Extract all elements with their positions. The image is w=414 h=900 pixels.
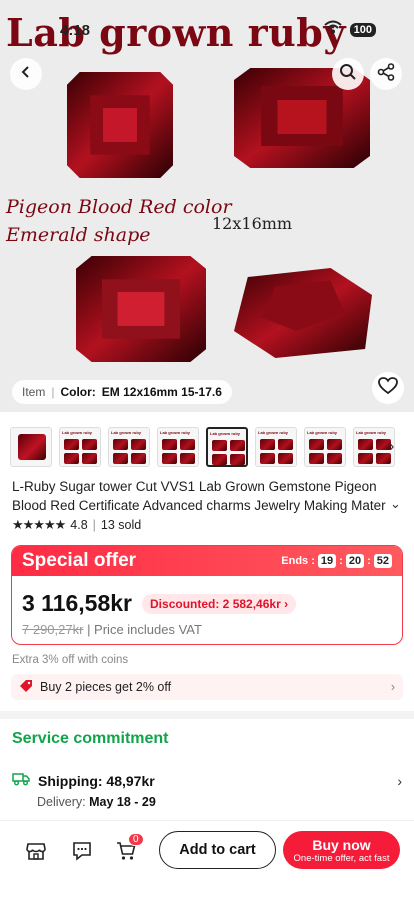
image-caption-size: 12x16mm (212, 214, 293, 233)
share-icon (377, 62, 395, 86)
store-icon (25, 840, 47, 867)
expand-title-chevron-icon[interactable]: ⌄ (390, 496, 401, 512)
thumbnail-strip: Lab grown ruby Lab grown ruby Lab grown … (10, 427, 395, 467)
thumbnail[interactable]: Lab grown ruby (108, 427, 150, 467)
truck-icon (12, 772, 30, 789)
product-image-gallery[interactable]: Lab grown ruby 4:18 100 Pigeon Blood Red… (0, 0, 414, 412)
buy-now-sublabel: One-time offer, act fast (293, 852, 390, 864)
product-title-line2: Blood Red Certificate Advanced charms Je… (12, 498, 386, 513)
thumbnail[interactable]: Lab grown ruby (157, 427, 199, 467)
product-title-line1: L-Ruby Sugar tower Cut VVS1 Lab Grown Ge… (12, 479, 377, 494)
image-title-text: Lab grown ruby (6, 10, 346, 55)
vat-note: | Price includes VAT (87, 622, 202, 637)
service-commitment-title: Service commitment (12, 730, 169, 747)
original-price-row: 7 290,27kr | Price includes VAT (22, 622, 202, 637)
heart-icon (378, 376, 398, 400)
cart-count-badge: 0 (128, 833, 144, 846)
ruby-gem-image (76, 256, 206, 362)
ruby-gem-image (234, 268, 372, 358)
special-offer-title: Special offer (22, 550, 137, 571)
special-offer-header: Special offer Ends : 19: 20: 52 (12, 546, 402, 576)
sold-count: 13 sold (100, 518, 142, 532)
delivery-label: Delivery: (37, 795, 86, 809)
ruby-gem-image (66, 72, 174, 178)
tag-icon (19, 679, 33, 696)
bulk-promo-banner[interactable]: Buy 2 pieces get 2% off › (11, 674, 403, 700)
offer-countdown: Ends : 19: 20: 52 (281, 554, 392, 568)
countdown-hours: 19 (317, 554, 337, 568)
rating-row[interactable]: ★★★★★ 4.8 | 13 sold (12, 517, 141, 533)
shipping-cost: Shipping: 48,97kr (38, 772, 155, 789)
delivery-estimate: Delivery: May 18 - 29 (37, 795, 156, 809)
variant-color-value: EM 12x16mm 15-17.6 (101, 385, 222, 399)
rating-stars: ★★★★★ (12, 517, 66, 532)
rating-separator: | (92, 518, 96, 532)
back-button[interactable] (10, 58, 42, 90)
battery-indicator: 100 (349, 22, 376, 37)
buy-now-label: Buy now (312, 836, 371, 853)
thumbnail[interactable]: Lab grown ruby (304, 427, 346, 467)
countdown-minutes: 20 (345, 554, 365, 568)
variant-item-label: Item (22, 385, 46, 399)
price-row: 3 116,58kr Discounted: 2 582,46kr › (22, 590, 297, 617)
share-button[interactable] (370, 58, 402, 90)
search-icon (339, 63, 357, 86)
delivery-dates: May 18 - 29 (89, 795, 156, 809)
message-button[interactable] (68, 839, 96, 867)
rating-value: 4.8 (70, 518, 88, 532)
discount-badge[interactable]: Discounted: 2 582,46kr › (142, 593, 297, 614)
promo-text: Buy 2 pieces get 2% off (40, 680, 172, 694)
selected-variant-pill[interactable]: Item | Color: EM 12x16mm 15-17.6 (12, 380, 232, 404)
search-button[interactable] (332, 58, 364, 90)
chevron-left-icon (19, 65, 33, 84)
section-divider (0, 711, 414, 719)
chevron-right-icon: › (397, 772, 402, 789)
wifi-icon (323, 20, 342, 39)
thumbnail[interactable] (10, 427, 52, 467)
thumbnail[interactable]: Lab grown ruby (59, 427, 101, 467)
countdown-seconds: 52 (373, 554, 392, 568)
image-caption-shape: Emerald shape (6, 224, 151, 246)
coins-discount-text: Extra 3% off with coins (12, 654, 129, 666)
chat-icon (71, 840, 93, 867)
status-time: 4:18 (60, 22, 91, 39)
shipping-row[interactable]: Shipping: 48,97kr › (12, 772, 402, 789)
special-offer-card: Special offer Ends : 19: 20: 52 3 116,58… (11, 545, 403, 645)
wishlist-button[interactable] (372, 372, 404, 404)
variant-separator: | (51, 385, 55, 399)
chevron-right-icon: › (390, 680, 395, 694)
variant-color-prefix: Color: (60, 385, 96, 399)
image-caption-color: Pigeon Blood Red color (6, 196, 232, 218)
cart-button[interactable]: 0 (112, 833, 144, 867)
original-price: 7 290,27kr (22, 622, 84, 637)
thumbnail[interactable]: Lab grown ruby (255, 427, 297, 467)
current-price: 3 116,58kr (22, 590, 133, 616)
store-button[interactable] (22, 839, 50, 867)
chevron-right-icon[interactable]: › (389, 438, 394, 456)
add-to-cart-button[interactable]: Add to cart (159, 831, 276, 869)
product-title[interactable]: L-Ruby Sugar tower Cut VVS1 Lab Grown Ge… (12, 477, 390, 515)
bottom-action-bar: 0 Add to cart Buy now One-time offer, ac… (0, 820, 414, 900)
buy-now-button[interactable]: Buy now One-time offer, act fast (283, 831, 400, 869)
thumbnail-selected[interactable]: Lab grown ruby (206, 427, 248, 467)
countdown-label: Ends : (281, 555, 315, 567)
status-icons: 100 (323, 20, 376, 39)
